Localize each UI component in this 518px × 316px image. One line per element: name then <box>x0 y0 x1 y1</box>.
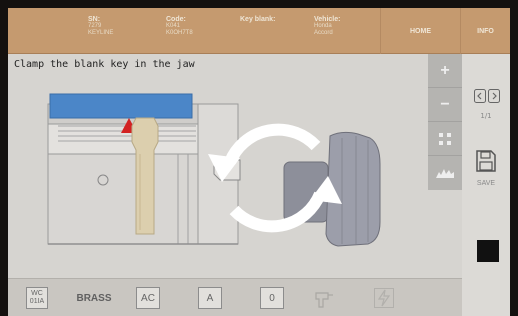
footer-toolbar: WC 01IA BRASS AC A 0 <box>8 278 462 316</box>
zoom-out-button[interactable]: − <box>428 88 462 122</box>
serial-number-value-1: 7279 <box>88 23 102 29</box>
page-arrows-icon <box>474 89 500 103</box>
key-profile-icon <box>436 169 454 178</box>
key-blank-label: Key blank: <box>240 16 276 23</box>
code-label: Code: <box>166 16 186 23</box>
grid-icon <box>439 132 451 145</box>
stop-button[interactable] <box>477 240 499 262</box>
ac-button[interactable]: AC <box>136 287 160 309</box>
zero-button[interactable]: 0 <box>260 287 284 309</box>
save-label: SAVE <box>476 180 496 187</box>
zoom-toolbar: + − <box>428 54 462 190</box>
serial-number-info: SN: 7279 KEYLINE <box>88 16 113 37</box>
material-brass-button[interactable]: BRASS <box>68 285 120 311</box>
cutter-label-line2: 01IA <box>29 298 45 305</box>
code-info: Code: K041 K0OH7T8 <box>166 16 193 37</box>
cutter-wc01ia-button[interactable]: WC 01IA <box>22 285 52 311</box>
vehicle-info: Vehicle: Honda Accord <box>314 16 340 37</box>
key-blank-info: Key blank: <box>240 16 275 23</box>
tool-probe-icon <box>315 292 333 308</box>
machine-screen: SN: 7279 KEYLINE Code: K041 K0OH7T8 Key … <box>8 8 510 316</box>
serial-number-label: SN: <box>88 16 101 23</box>
vehicle-model: Accord <box>314 30 333 36</box>
floppy-disk-icon <box>476 150 496 172</box>
cutter-label: WC 01IA <box>26 287 48 309</box>
header-bar: SN: 7279 KEYLINE Code: K041 K0OH7T8 Key … <box>8 8 510 54</box>
material-label: BRASS <box>76 292 112 304</box>
serial-number-value-2: KEYLINE <box>88 30 114 36</box>
zoom-fit-button[interactable] <box>428 122 462 156</box>
code-value-1: K041 <box>166 23 181 29</box>
info-button[interactable]: INFO <box>460 8 510 54</box>
page-indicator: 1/1 <box>480 112 492 120</box>
minus-icon: − <box>440 95 450 113</box>
plus-icon: + <box>440 61 450 79</box>
code-value-2: K0OH7T8 <box>166 30 193 36</box>
cutter-label-line1: WC <box>31 290 43 297</box>
lightning-icon <box>374 288 394 308</box>
vehicle-label: Vehicle: <box>314 16 341 23</box>
zoom-in-button[interactable]: + <box>428 54 462 88</box>
power-button[interactable] <box>368 285 400 311</box>
right-panel: 1/1 SAVE <box>462 54 510 316</box>
page-nav-button[interactable] <box>474 88 500 104</box>
tool-button[interactable] <box>308 285 340 311</box>
clamp-jaw-blue <box>49 93 193 119</box>
key-profile-button[interactable] <box>428 156 462 190</box>
clamp-diagram <box>47 93 381 247</box>
a-button[interactable]: A <box>198 287 222 309</box>
vehicle-make: Honda <box>314 23 332 29</box>
key-blank <box>131 117 159 235</box>
home-button[interactable]: HOME <box>380 8 460 54</box>
